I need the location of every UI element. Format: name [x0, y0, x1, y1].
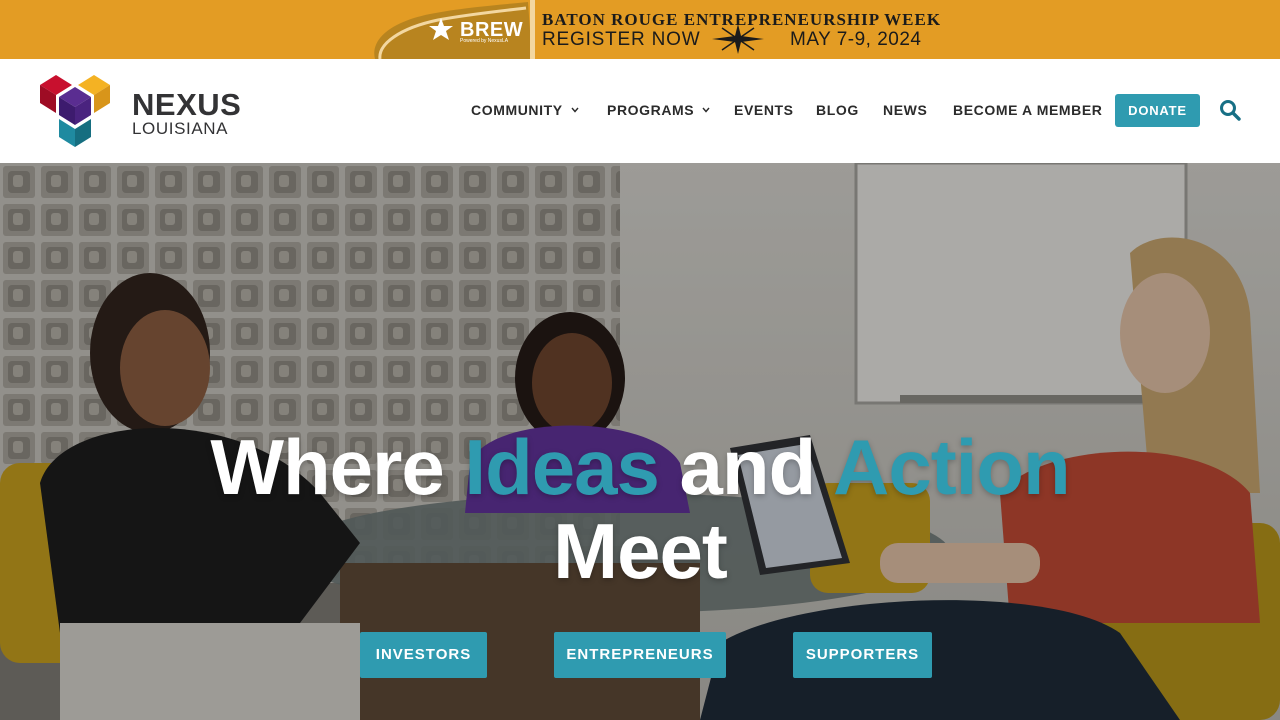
headline-text-where: Where: [210, 423, 465, 511]
chevron-down-icon: [571, 107, 579, 113]
site-header: NEXUS LOUISIANA COMMUNITY PROGRAMS EVENT…: [0, 59, 1280, 163]
headline-text-and: and: [658, 423, 833, 511]
nav-label: COMMUNITY: [471, 102, 563, 118]
nav-label: PROGRAMS: [607, 102, 695, 118]
headline-accent-ideas: Ideas: [464, 423, 659, 511]
logo-wordmark: NEXUS: [132, 87, 242, 122]
brew-wordmark: BREW: [460, 19, 524, 41]
headline-text-meet: Meet: [553, 507, 728, 595]
headline-accent-action: Action: [833, 423, 1071, 511]
brew-subtitle: Powered by NexusLA: [460, 38, 509, 44]
promo-banner[interactable]: BREW Powered by NexusLA BATON ROUGE ENTR…: [0, 0, 1280, 59]
nav-item-programs[interactable]: PROGRAMS: [607, 102, 710, 118]
promo-register-link[interactable]: REGISTER NOW: [542, 29, 700, 51]
nexus-cube-logo-icon: [40, 75, 110, 147]
nav-item-become-a-member[interactable]: BECOME A MEMBER: [953, 102, 1103, 118]
chevron-down-icon: [702, 107, 710, 113]
logo-subtitle: LOUISIANA: [132, 119, 229, 138]
brew-star-icon: [429, 18, 453, 40]
nav-item-events[interactable]: EVENTS: [734, 102, 794, 118]
sparkle-icon: [712, 24, 764, 54]
supporters-button[interactable]: SUPPORTERS: [793, 632, 932, 678]
investors-button[interactable]: INVESTORS: [360, 632, 487, 678]
nav-item-news[interactable]: NEWS: [883, 102, 927, 118]
nav-item-community[interactable]: COMMUNITY: [471, 102, 579, 118]
nexus-logo[interactable]: NEXUS LOUISIANA: [40, 75, 245, 147]
entrepreneurs-button[interactable]: ENTREPRENEURS: [554, 632, 726, 678]
search-icon[interactable]: [1219, 99, 1241, 121]
promo-dates: MAY 7-9, 2024: [790, 29, 922, 50]
nav-item-blog[interactable]: BLOG: [816, 102, 859, 118]
hero-section: Where Ideas and Action Meet INVESTORS EN…: [0, 163, 1280, 720]
hero-headline: Where Ideas and Action Meet: [0, 425, 1280, 593]
donate-button[interactable]: DONATE: [1115, 94, 1200, 127]
